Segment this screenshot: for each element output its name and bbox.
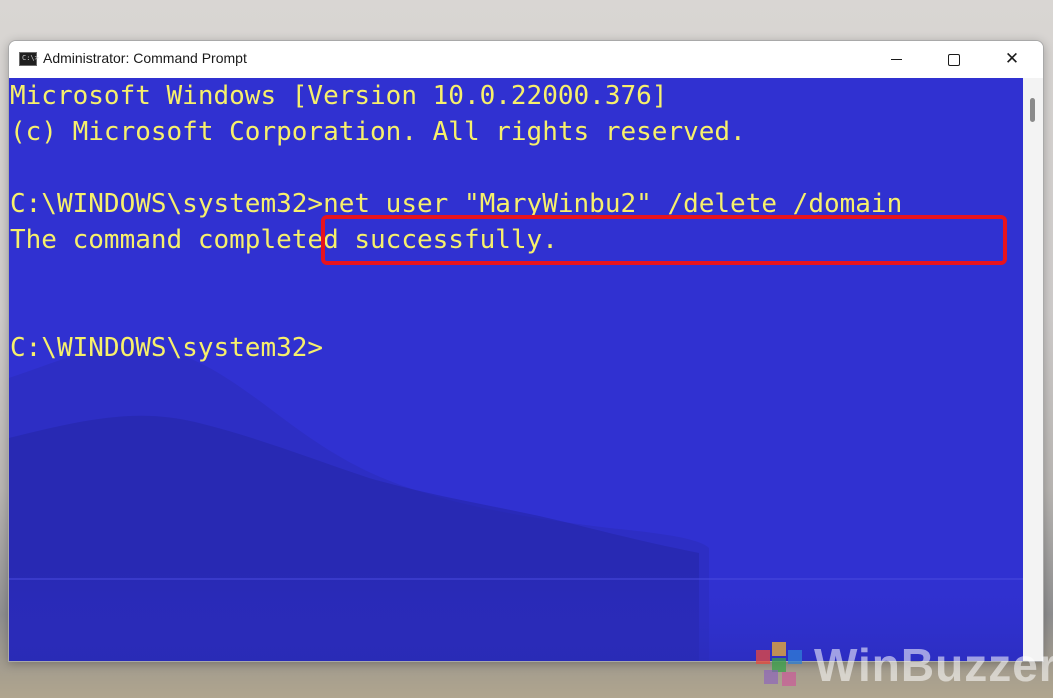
title-bar[interactable]: C:\> Administrator: Command Prompt ✕ (9, 41, 1043, 78)
vertical-scrollbar[interactable] (1023, 78, 1043, 661)
desktop-background: C:\> Administrator: Command Prompt ✕ Mic… (0, 0, 1053, 698)
close-icon: ✕ (1004, 49, 1020, 69)
command-highlight-box (321, 215, 1007, 265)
console-line: (c) Microsoft Corporation. All rights re… (10, 117, 746, 147)
command-prompt-icon[interactable]: C:\> (19, 52, 39, 66)
window-title: Administrator: Command Prompt (43, 50, 247, 66)
icon-prompt-glyph: C:\> (22, 54, 39, 62)
winbuzzer-logo-icon (756, 642, 802, 686)
watermark-text: WinBuzzer (814, 639, 1053, 691)
console-prompt-line[interactable]: C:\WINDOWS\system32> (10, 333, 323, 363)
close-button[interactable]: ✕ (983, 41, 1041, 78)
watermark: WinBuzzer (750, 632, 1053, 698)
scrollbar-thumb[interactable] (1030, 98, 1035, 122)
console-output-area[interactable]: Microsoft Windows [Version 10.0.22000.37… (9, 78, 1023, 661)
background-landscape (9, 345, 1023, 661)
minimize-button[interactable] (867, 41, 925, 78)
maximize-icon (948, 53, 960, 66)
minimize-icon (890, 59, 902, 60)
maximize-button[interactable] (925, 41, 983, 78)
console-line: Microsoft Windows [Version 10.0.22000.37… (10, 81, 668, 111)
command-prompt-window: C:\> Administrator: Command Prompt ✕ Mic… (8, 40, 1044, 662)
